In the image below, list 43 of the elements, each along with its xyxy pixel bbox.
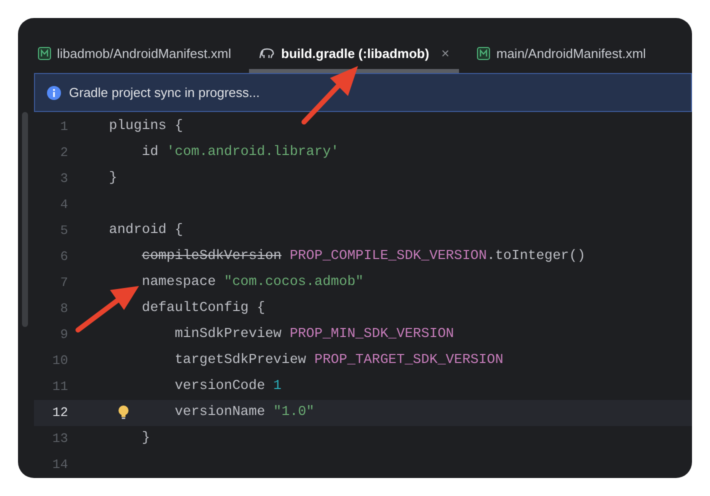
line-number: 7 — [59, 274, 68, 292]
code-token: "1.0" — [273, 404, 314, 422]
code-token: plugins { — [109, 118, 183, 136]
code-token: .toInteger() — [486, 248, 586, 266]
code-token: namespace — [142, 274, 217, 292]
line-number: 12 — [51, 404, 68, 422]
line-number: 14 — [51, 456, 68, 474]
manifest-file-icon — [477, 46, 490, 60]
code-token: PROP_TARGET_SDK_VERSION — [314, 352, 504, 370]
line-number: 10 — [51, 352, 68, 370]
line-number: 13 — [51, 430, 68, 448]
code-token: targetSdkPreview — [174, 352, 308, 370]
line-number: 5 — [59, 222, 68, 240]
editor-tab[interactable]: libadmob/AndroidManifest.xml — [28, 37, 242, 74]
line-number: 9 — [59, 326, 68, 344]
annotation-arrow — [302, 66, 358, 124]
code-token: id — [142, 144, 160, 162]
line-number: 1 — [59, 118, 68, 136]
info-icon — [47, 86, 61, 100]
code-token: } — [142, 430, 150, 448]
code-token: 'com.android.library' — [166, 144, 340, 162]
line-number: 3 — [59, 170, 68, 188]
line-number: 6 — [59, 248, 68, 266]
code-token: PROP_COMPILE_SDK_VERSION — [290, 248, 487, 266]
code-token: versionCode — [174, 378, 266, 396]
line-number: 4 — [59, 196, 68, 214]
line-number: 11 — [51, 378, 68, 396]
code-token: PROP_MIN_SDK_VERSION — [290, 326, 454, 344]
editor-tab[interactable]: main/AndroidManifest.xml — [467, 37, 656, 74]
code-token: 1 — [273, 378, 282, 396]
code-token: compileSdkVersion — [142, 248, 282, 266]
banner-message: Gradle project sync in progress... — [69, 84, 260, 102]
code-token: minSdkPreview — [174, 326, 282, 344]
code-token: } — [109, 170, 118, 188]
code-token: android { — [109, 222, 183, 240]
code-token: defaultConfig { — [142, 300, 266, 318]
manifest-file-icon — [38, 46, 51, 60]
line-number: 2 — [59, 144, 68, 162]
line-number: 8 — [59, 300, 68, 318]
code-token: "com.cocos.admob" — [224, 274, 364, 292]
annotation-arrow — [76, 286, 139, 332]
code-token: versionName — [174, 404, 266, 422]
close-button[interactable]: × — [441, 42, 450, 64]
